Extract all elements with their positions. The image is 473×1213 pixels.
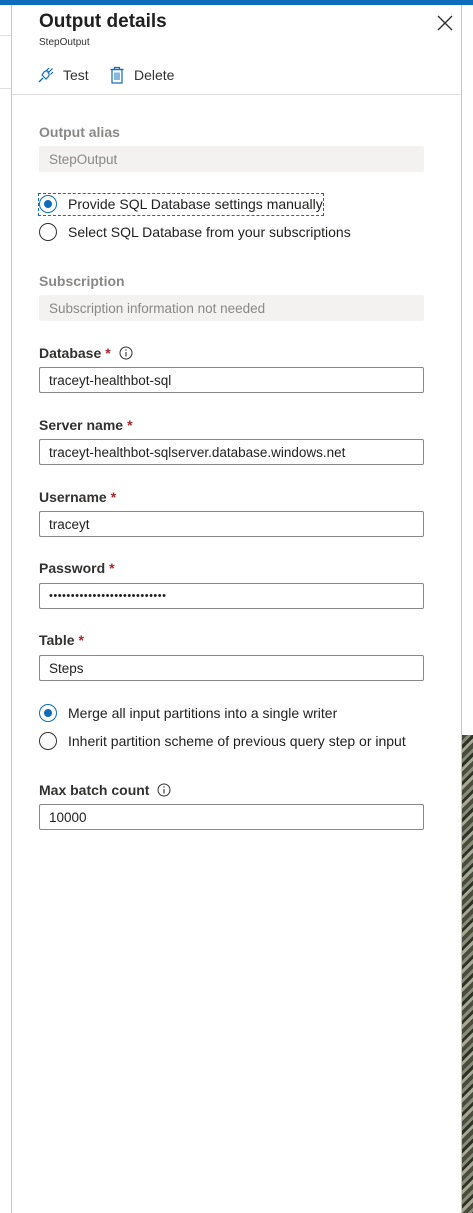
- table-field[interactable]: [39, 655, 424, 681]
- password-label: Password *: [39, 560, 115, 576]
- database-label: Database *: [39, 345, 133, 361]
- subscription-label: Subscription: [39, 273, 125, 289]
- table-label: Table *: [39, 632, 84, 648]
- radio-select-subscription-label: Select SQL Database from your subscripti…: [68, 224, 351, 240]
- max-batch-count-field[interactable]: [39, 804, 424, 830]
- trash-icon: [110, 66, 124, 84]
- radio-merge-partitions[interactable]: Merge all input partitions into a single…: [39, 702, 337, 724]
- radio-selected-icon: [39, 704, 57, 722]
- required-indicator: *: [78, 632, 84, 648]
- radio-merge-partitions-label: Merge all input partitions into a single…: [68, 705, 338, 721]
- radio-selected-icon: [39, 195, 57, 213]
- info-icon[interactable]: [157, 783, 171, 797]
- radio-inherit-partition-label: Inherit partition scheme of previous que…: [68, 733, 406, 749]
- test-button-label: Test: [63, 67, 89, 83]
- info-icon[interactable]: [119, 346, 133, 360]
- page-title: Output details: [39, 11, 167, 32]
- test-button[interactable]: Test: [38, 65, 89, 85]
- radio-select-subscription[interactable]: Select SQL Database from your subscripti…: [39, 221, 351, 243]
- background-image: [462, 735, 473, 1213]
- password-field[interactable]: [39, 583, 424, 609]
- server-name-field[interactable]: [39, 439, 424, 465]
- radio-unselected-icon: [39, 223, 57, 241]
- background-area: [462, 5, 473, 1213]
- required-indicator: *: [109, 560, 115, 576]
- panel-right-border: [461, 5, 462, 1213]
- username-field[interactable]: [39, 511, 424, 537]
- required-indicator: *: [105, 345, 111, 361]
- required-indicator: *: [127, 417, 133, 433]
- page-subtitle: StepOutput: [39, 37, 90, 48]
- database-field[interactable]: [39, 367, 424, 393]
- max-batch-count-label: Max batch count: [39, 782, 171, 798]
- subscription-field: [39, 295, 424, 321]
- server-name-label: Server name *: [39, 417, 133, 433]
- output-details-panel: Output details StepOutput Test Delete Ou…: [12, 5, 461, 1213]
- radio-provide-manually[interactable]: Provide SQL Database settings manually: [39, 193, 323, 215]
- radio-unselected-icon: [39, 732, 57, 750]
- required-indicator: *: [110, 489, 117, 505]
- close-icon[interactable]: [435, 13, 455, 33]
- output-alias-label: Output alias: [39, 124, 120, 140]
- radio-provide-manually-label: Provide SQL Database settings manually: [68, 196, 323, 212]
- delete-button-label: Delete: [134, 67, 175, 83]
- output-alias-field: [39, 146, 424, 172]
- radio-inherit-partition[interactable]: Inherit partition scheme of previous que…: [39, 730, 406, 752]
- plug-icon: [38, 67, 54, 83]
- header-divider: [12, 94, 461, 95]
- delete-button[interactable]: Delete: [109, 65, 174, 85]
- username-label: Username *: [39, 489, 117, 505]
